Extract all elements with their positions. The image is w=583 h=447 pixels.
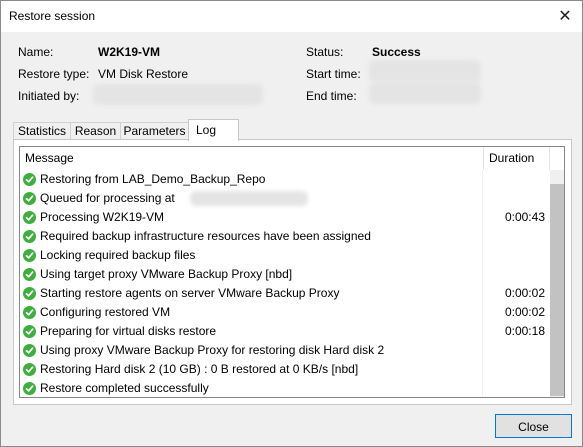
vertical-scrollbar[interactable] bbox=[550, 170, 564, 397]
log-message: Configuring restored VM bbox=[40, 305, 171, 319]
window-title: Restore session bbox=[9, 9, 96, 23]
log-grid: Message Duration Restoring from LAB_Demo… bbox=[19, 146, 565, 398]
log-message: Preparing for virtual disks restore bbox=[40, 324, 217, 338]
log-row[interactable]: Required backup infrastructure resources… bbox=[20, 227, 548, 246]
success-check-icon bbox=[23, 230, 36, 243]
log-message: Locking required backup files bbox=[40, 248, 196, 262]
column-divider bbox=[549, 147, 550, 170]
queued-time-redacted bbox=[190, 191, 308, 206]
success-check-icon bbox=[23, 325, 36, 338]
log-duration: 0:00:18 bbox=[504, 324, 545, 338]
initiated-by-redacted bbox=[93, 84, 263, 105]
end-time-redacted bbox=[369, 82, 481, 104]
cell-divider bbox=[482, 341, 483, 360]
column-header-message[interactable]: Message bbox=[20, 147, 483, 169]
cell-divider bbox=[482, 170, 483, 189]
log-duration: 0:00:02 bbox=[504, 286, 545, 300]
tab-statistics-label: Statistics bbox=[17, 124, 66, 138]
cell-divider bbox=[482, 208, 483, 227]
log-panel: Message Duration Restoring from LAB_Demo… bbox=[13, 139, 572, 405]
start-time-label: Start time: bbox=[306, 67, 361, 81]
log-row[interactable]: Configuring restored VM 0:00:02 bbox=[20, 303, 548, 322]
cell-divider bbox=[482, 379, 483, 397]
cell-divider bbox=[482, 322, 483, 341]
cell-divider bbox=[482, 360, 483, 379]
log-message: Required backup infrastructure resources… bbox=[40, 229, 371, 243]
log-row[interactable]: Locking required backup files bbox=[20, 246, 548, 265]
log-row[interactable]: Restoring from LAB_Demo_Backup_Repo bbox=[20, 170, 548, 189]
success-check-icon bbox=[23, 173, 36, 186]
tab-log[interactable]: Log bbox=[188, 119, 239, 141]
log-row[interactable]: Processing W2K19-VM 0:00:43 bbox=[20, 208, 548, 227]
column-header-duration[interactable]: Duration bbox=[484, 147, 550, 169]
close-button[interactable]: Close bbox=[495, 414, 572, 438]
title-bar: Restore session ✕ bbox=[1, 1, 582, 32]
success-check-icon bbox=[23, 306, 36, 319]
cell-divider bbox=[482, 265, 483, 284]
status-label: Status: bbox=[306, 45, 344, 59]
log-row[interactable]: Preparing for virtual disks restore 0:00:… bbox=[20, 322, 548, 341]
restore-session-window: Restore session ✕ Name: W2K19-VM Restore… bbox=[0, 0, 583, 447]
log-message: Restoring from LAB_Demo_Backup_Repo bbox=[40, 172, 266, 186]
log-row[interactable]: Restore completed successfully bbox=[20, 379, 548, 397]
log-row[interactable]: Starting restore agents on server VMware… bbox=[20, 284, 548, 303]
success-check-icon bbox=[23, 249, 36, 262]
log-rows: Restoring from LAB_Demo_Backup_Repo Queue… bbox=[20, 170, 548, 397]
restore-type-label: Restore type: bbox=[18, 67, 90, 81]
tab-reason[interactable]: Reason bbox=[70, 122, 121, 140]
log-row[interactable]: Using proxy VMware Backup Proxy for rest… bbox=[20, 341, 548, 360]
close-icon[interactable]: ✕ bbox=[554, 5, 576, 27]
log-message: Queued for processing at bbox=[40, 191, 175, 205]
name-value: W2K19-VM bbox=[98, 45, 161, 59]
log-duration: 0:00:43 bbox=[504, 210, 545, 224]
tab-parameters[interactable]: Parameters bbox=[120, 122, 189, 140]
start-time-redacted bbox=[369, 60, 481, 82]
log-message: Restoring Hard disk 2 (10 GB) : 0 B rest… bbox=[40, 362, 359, 376]
log-message: Using target proxy VMware Backup Proxy [… bbox=[40, 267, 293, 281]
success-check-icon bbox=[23, 344, 36, 357]
tab-parameters-label: Parameters bbox=[123, 124, 186, 138]
cell-divider bbox=[482, 227, 483, 246]
cell-divider bbox=[482, 246, 483, 265]
log-row[interactable]: Restoring Hard disk 2 (10 GB) : 0 B rest… bbox=[20, 360, 548, 379]
log-message: Restore completed successfully bbox=[40, 381, 209, 395]
log-duration: 0:00:02 bbox=[504, 305, 545, 319]
end-time-label: End time: bbox=[306, 89, 357, 103]
success-check-icon bbox=[23, 192, 36, 205]
log-message: Processing W2K19-VM bbox=[40, 210, 165, 224]
tab-statistics[interactable]: Statistics bbox=[13, 122, 71, 140]
tab-reason-label: Reason bbox=[74, 124, 117, 138]
initiated-by-label: Initiated by: bbox=[18, 89, 80, 103]
success-check-icon bbox=[23, 211, 36, 224]
name-label: Name: bbox=[18, 45, 54, 59]
status-value: Success bbox=[372, 45, 421, 59]
success-check-icon bbox=[23, 287, 36, 300]
success-check-icon bbox=[23, 382, 36, 395]
scrollbar-thumb[interactable] bbox=[550, 184, 564, 396]
cell-divider bbox=[482, 303, 483, 322]
log-row[interactable]: Using target proxy VMware Backup Proxy [… bbox=[20, 265, 548, 284]
success-check-icon bbox=[23, 268, 36, 281]
restore-type-value: VM Disk Restore bbox=[98, 67, 189, 81]
cell-divider bbox=[482, 284, 483, 303]
success-check-icon bbox=[23, 363, 36, 376]
cell-divider bbox=[482, 189, 483, 208]
log-message: Starting restore agents on server VMware… bbox=[40, 286, 340, 300]
log-message: Using proxy VMware Backup Proxy for rest… bbox=[40, 343, 385, 357]
log-row[interactable]: Queued for processing at bbox=[20, 189, 548, 208]
tab-log-label: Log bbox=[196, 123, 217, 137]
